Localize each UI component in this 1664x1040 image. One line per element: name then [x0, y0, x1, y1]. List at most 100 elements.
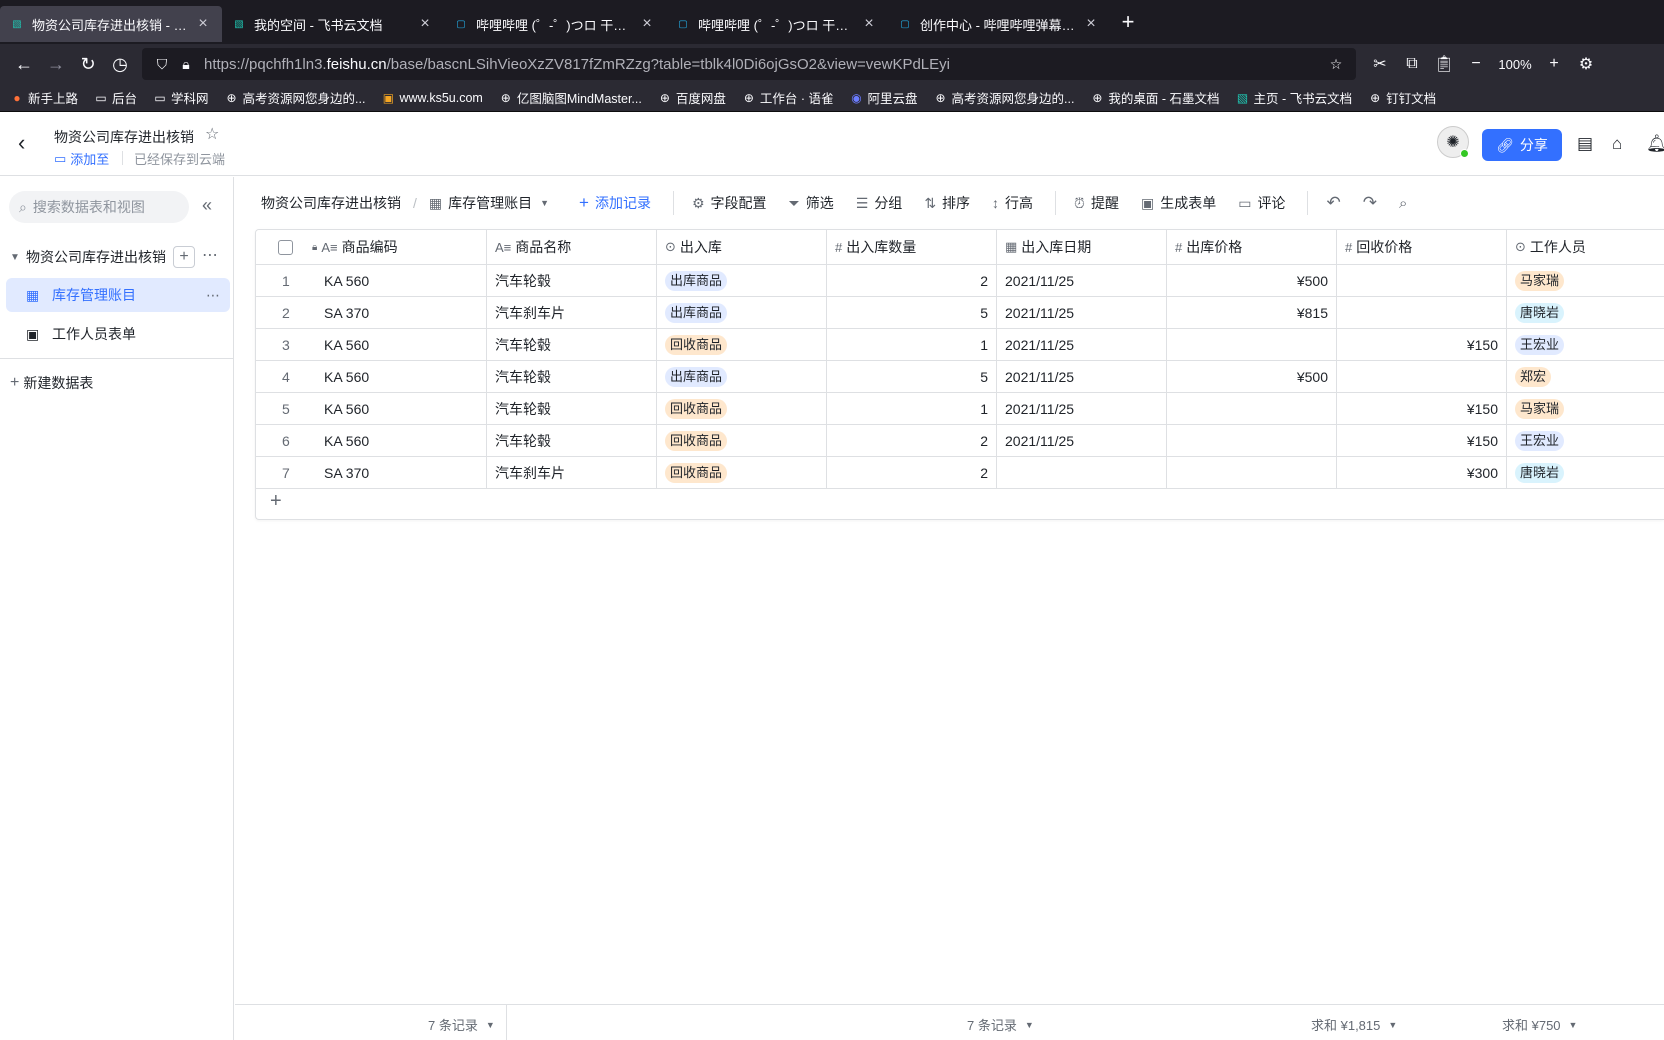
zoom-out-icon[interactable]: − [1460, 55, 1492, 73]
cell-qty[interactable]: 2 [827, 457, 997, 488]
cell-name[interactable]: 汽车刹车片 [487, 297, 657, 328]
cell-code[interactable]: KA 560 [316, 425, 487, 456]
cell-qty[interactable]: 2 [827, 265, 997, 296]
group-button[interactable]: ☰ 分组 [856, 193, 903, 213]
cell-out_price[interactable]: ¥500 [1167, 361, 1337, 392]
bookmark-item[interactable]: ⊕ 高考资源网您身边的... [934, 88, 1074, 107]
more-icon[interactable]: ⋯ [206, 287, 220, 304]
extension-icon[interactable]: ⚙ [1570, 54, 1602, 74]
bookmark-item[interactable]: ▭ 后台 [94, 88, 137, 107]
cell-rec_price[interactable]: ¥150 [1337, 393, 1507, 424]
column-header[interactable]: ⊙ 出入库 [657, 230, 827, 264]
cell-io[interactable]: 回收商品 [657, 393, 827, 424]
close-icon[interactable]: × [860, 15, 878, 33]
cell-qty[interactable]: 2 [827, 425, 997, 456]
zoom-level[interactable]: 100% [1492, 57, 1538, 72]
new-table-button[interactable]: + 新建数据表 [10, 373, 93, 393]
address-bar[interactable]: ⛉ 🔒︎ https://pqchfh1ln3.feishu.cn/base/b… [142, 48, 1356, 80]
browser-tab[interactable]: ▧ 我的空间 - 飞书云文档 × [222, 6, 444, 42]
cell-date[interactable] [997, 457, 1167, 488]
bookmark-item[interactable]: ◉ 阿里云盘 [849, 88, 917, 107]
shield-icon[interactable]: ⛉ [150, 56, 174, 73]
bookmark-item[interactable]: ⊕ 高考资源网您身边的... [225, 88, 366, 107]
cell-rec_price[interactable] [1337, 297, 1507, 328]
cell-name[interactable]: 汽车轮毂 [487, 393, 657, 424]
sidebar-search[interactable]: ⌕ [9, 191, 189, 223]
cell-name[interactable]: 汽车轮毂 [487, 361, 657, 392]
cell-code[interactable]: KA 560 [316, 329, 487, 360]
add-record-button[interactable]: + 添加记录 [579, 193, 651, 213]
cell-io[interactable]: 出库商品 [657, 361, 827, 392]
cell-rec_price[interactable]: ¥150 [1337, 329, 1507, 360]
robot-icon[interactable]: ⌂ [1612, 134, 1622, 154]
cell-out_price[interactable] [1167, 425, 1337, 456]
cell-staff[interactable]: 王宏业 [1507, 425, 1664, 456]
collapse-sidebar-icon[interactable]: « [202, 195, 212, 216]
column-header[interactable]: A≡ 商品名称 [487, 230, 657, 264]
bookmark-item[interactable]: ● 新手上路 [10, 88, 78, 107]
lock-icon[interactable]: 🔒︎ [174, 56, 198, 73]
bookmark-item[interactable]: ⊕ 亿图脑图MindMaster... [499, 88, 642, 107]
bookmark-item[interactable]: ⊕ 我的桌面 - 石墨文档 [1090, 88, 1219, 107]
column-header[interactable]: 🔒︎ A≡ 商品编码 [304, 230, 487, 264]
browser-tab[interactable]: ▧ 物资公司库存进出核销 - 飞书云文档× [0, 6, 222, 42]
column-header[interactable]: # 出库价格 [1167, 230, 1337, 264]
reload-icon[interactable]: ↻ [72, 48, 104, 80]
table-row[interactable]: 2 SA 370 汽车刹车片 出库商品 5 2021/11/25 ¥815 唐晓岩 [256, 297, 1664, 329]
find-icon[interactable]: ⌕ [1399, 195, 1407, 212]
filter-button[interactable]: ⏷ 筛选 [789, 193, 834, 213]
sidebar-item-inventory[interactable]: ▦ 库存管理账目 ⋯ [6, 278, 230, 312]
close-icon[interactable]: × [416, 15, 434, 33]
cell-qty[interactable]: 1 [827, 329, 997, 360]
avatar[interactable]: ✺ [1437, 126, 1469, 158]
cell-qty[interactable]: 5 [827, 297, 997, 328]
history-icon[interactable]: ◷ [104, 48, 136, 80]
bookmark-item[interactable]: ⊕ 钉钉文档 [1368, 88, 1436, 107]
doc-title[interactable]: 物资公司库存进出核销 [54, 127, 194, 147]
cell-out_price[interactable]: ¥815 [1167, 297, 1337, 328]
generate-form-button[interactable]: ▣ 生成表单 [1141, 193, 1216, 213]
row-height-button[interactable]: ↕ 行高 [992, 193, 1033, 213]
browser-tab[interactable]: ▢ 哔哩哔哩 (゜-゜)つロ 干杯~-bilibili× [666, 6, 888, 42]
column-header[interactable]: ⊙ 工作人员 [1507, 230, 1664, 264]
cell-code[interactable]: SA 370 [316, 297, 487, 328]
sort-button[interactable]: ⇅ 排序 [924, 193, 970, 213]
cell-io[interactable]: 回收商品 [657, 329, 827, 360]
zoom-in-icon[interactable]: + [1538, 55, 1570, 73]
more-icon[interactable]: ⋯ [202, 245, 218, 265]
cell-qty[interactable]: 1 [827, 393, 997, 424]
cell-staff[interactable]: 郑宏 [1507, 361, 1664, 392]
cell-staff[interactable]: 马家瑞 [1507, 393, 1664, 424]
breadcrumb-base[interactable]: 物资公司库存进出核销 [261, 193, 401, 213]
cell-rec_price[interactable] [1337, 361, 1507, 392]
close-icon[interactable]: × [194, 15, 212, 33]
table-row[interactable]: 7 SA 370 汽车刹车片 回收商品 2 ¥300 唐晓岩 [256, 457, 1664, 489]
comment-button[interactable]: ▭ 评论 [1238, 193, 1285, 213]
record-count-left[interactable]: 7 条记录 ▼ [428, 1015, 495, 1034]
copy-icon[interactable]: ⧉ [1396, 55, 1428, 73]
cell-out_price[interactable]: ¥500 [1167, 265, 1337, 296]
table-row[interactable]: 3 KA 560 汽车轮毂 回收商品 1 2021/11/25 ¥150 王宏业 [256, 329, 1664, 361]
cell-date[interactable]: 2021/11/25 [997, 425, 1167, 456]
cell-rec_price[interactable] [1337, 265, 1507, 296]
cell-date[interactable]: 2021/11/25 [997, 361, 1167, 392]
cell-staff[interactable]: 唐晓岩 [1507, 297, 1664, 328]
sidebar-item-staff-form[interactable]: ▣ 工作人员表单 [6, 317, 230, 351]
base-tree-root[interactable]: ▼ 物资公司库存进出核销 + ⋯ [10, 243, 230, 271]
reminder-button[interactable]: ⏰︎ 提醒 [1074, 193, 1119, 213]
add-row-plus-icon[interactable]: + [270, 490, 282, 513]
new-tab-button[interactable]: + [1110, 9, 1146, 35]
url-text[interactable]: https://pqchfh1ln3.feishu.cn/base/bascnL… [198, 56, 1324, 73]
add-to-button[interactable]: ▭ 添加至 [54, 149, 109, 168]
redo-icon[interactable]: ↷ [1363, 193, 1377, 213]
clipboard-icon[interactable]: 📋︎ [1428, 54, 1460, 74]
cell-date[interactable]: 2021/11/25 [997, 297, 1167, 328]
cell-code[interactable]: KA 560 [316, 393, 487, 424]
cell-io[interactable]: 出库商品 [657, 297, 827, 328]
cell-staff[interactable]: 马家瑞 [1507, 265, 1664, 296]
cell-staff[interactable]: 唐晓岩 [1507, 457, 1664, 488]
back-arrow-icon[interactable]: ← [8, 48, 40, 80]
sum-out-price[interactable]: 求和 ¥1,815 ▼ [1311, 1015, 1397, 1034]
select-all-checkbox[interactable] [278, 239, 293, 255]
sum-recycle-price[interactable]: 求和 ¥750 ▼ [1502, 1015, 1577, 1034]
